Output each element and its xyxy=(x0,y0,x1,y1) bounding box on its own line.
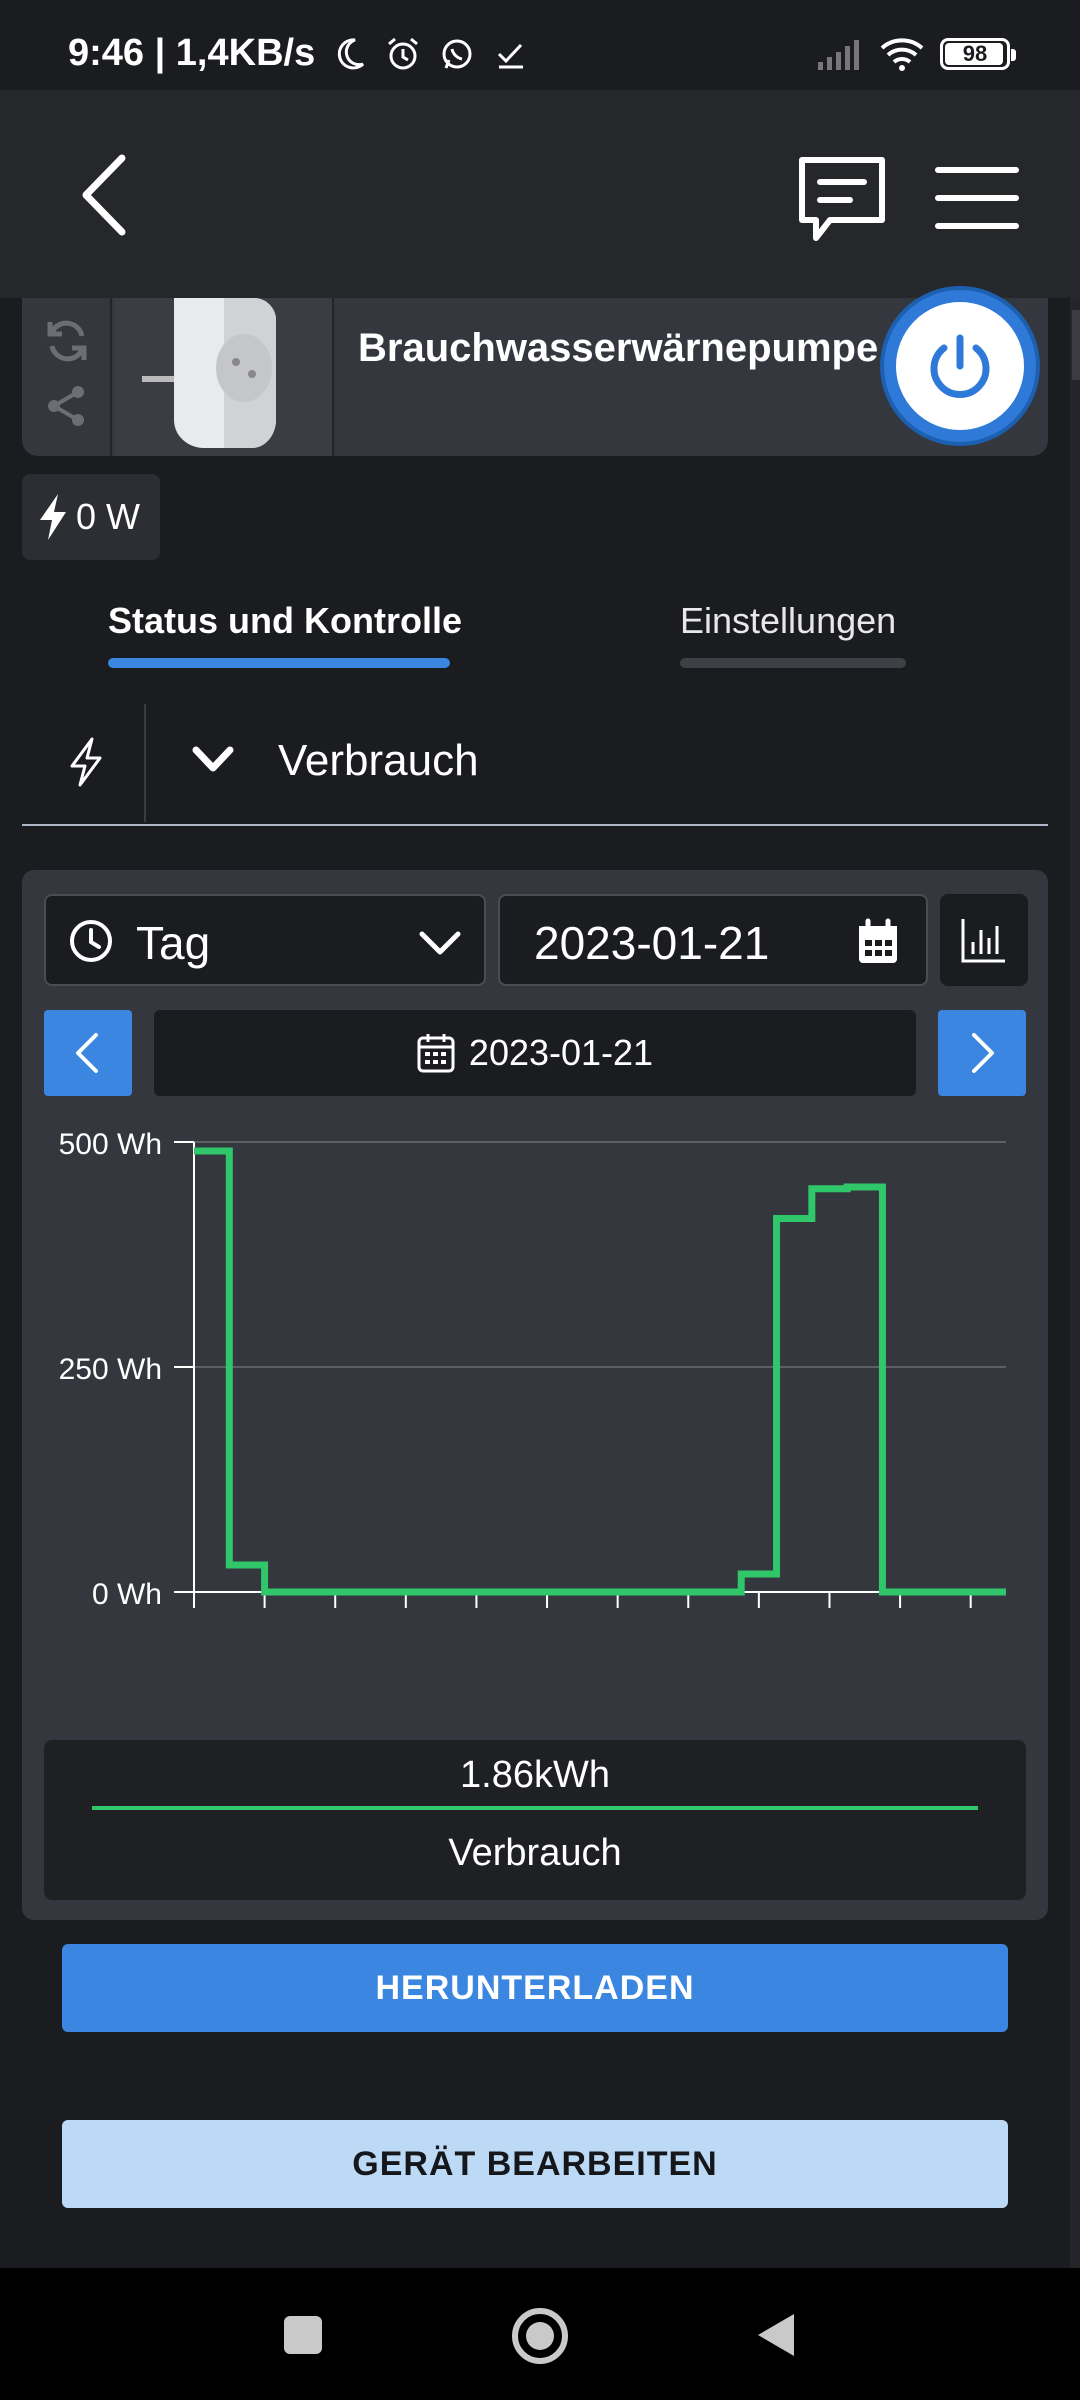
menu-button[interactable] xyxy=(932,158,1022,238)
signal-icon xyxy=(818,40,859,70)
power-reading: 0 W xyxy=(22,474,160,560)
device-image xyxy=(114,298,334,456)
chevron-down-icon xyxy=(419,931,461,955)
power-toggle-button[interactable] xyxy=(884,290,1036,442)
legend-series-name: Verbrauch xyxy=(448,1832,622,1874)
status-right: 98 xyxy=(816,36,1016,72)
scrollbar-track[interactable] xyxy=(1070,298,1080,2268)
y-tick-label: 0 Wh xyxy=(92,1578,162,1610)
hamburger-icon xyxy=(935,167,1019,229)
back-button[interactable] xyxy=(70,150,150,240)
status-time: 9:46 | 1,4KB/s xyxy=(68,32,316,74)
tab-status-control[interactable]: Status und Kontrolle xyxy=(108,600,462,642)
chart-type-button[interactable] xyxy=(940,894,1028,986)
back-nav-button[interactable] xyxy=(754,2310,798,2360)
smart-plug-icon xyxy=(142,298,276,448)
messages-button[interactable] xyxy=(792,150,892,250)
power-icon xyxy=(930,334,990,398)
chevron-down-icon xyxy=(192,746,234,772)
status-bar: 9:46 | 1,4KB/s 98 xyxy=(0,0,1080,90)
device-actions xyxy=(22,298,112,456)
power-value: 0 W xyxy=(76,496,141,537)
wifi-icon xyxy=(880,38,924,71)
consumption-series-line xyxy=(194,1147,1006,1596)
consumption-chart: 500 Wh250 Wh0 Wh21. Jan02:0004:0006:0008… xyxy=(59,1128,1006,1610)
section-title: Verbrauch xyxy=(278,736,479,785)
refresh-icon[interactable] xyxy=(42,316,92,366)
current-date-value: 2023-01-21 xyxy=(468,1032,654,1073)
period-select[interactable]: Tag xyxy=(44,894,486,986)
y-tick-label: 250 Wh xyxy=(59,1353,162,1386)
tab-indicator-inactive xyxy=(680,658,906,668)
scrollbar-thumb[interactable] xyxy=(1072,310,1080,380)
moon-icon xyxy=(338,37,365,69)
share-icon[interactable] xyxy=(42,382,90,430)
y-tick-label: 500 Wh xyxy=(59,1128,162,1161)
system-navigation-bar xyxy=(0,2268,1080,2400)
calendar-icon xyxy=(859,918,897,963)
tab-indicator-active xyxy=(108,658,450,668)
clock-icon xyxy=(70,920,112,962)
chevron-left-icon xyxy=(76,1033,98,1073)
check-icon xyxy=(498,43,524,68)
consumption-section-header[interactable]: Verbrauch xyxy=(22,700,1048,826)
current-date-display[interactable]: 2023-01-21 xyxy=(154,1010,916,1096)
alarm-icon xyxy=(388,37,419,69)
edit-device-button[interactable]: GERÄT BEARBEITEN xyxy=(62,2120,1008,2208)
status-left: 9:46 | 1,4KB/s xyxy=(68,32,531,75)
next-date-button[interactable] xyxy=(938,1010,1026,1096)
app-screen: 9:46 | 1,4KB/s 98 Brauchwasserwärnepumpe… xyxy=(0,0,1080,2400)
period-value: Tag xyxy=(136,917,211,969)
tab-settings[interactable]: Einstellungen xyxy=(680,600,896,642)
chart-panel: Tag 2023-01-21 2023-01-21 500 Wh 250 Wh 0 … xyxy=(22,870,1048,1920)
device-name: Brauchwasserwärnepumpe xyxy=(358,326,879,370)
lightning-icon xyxy=(40,494,66,540)
chat-icon xyxy=(799,157,885,241)
battery-indicator: 98 xyxy=(940,38,1016,70)
battery-level: 98 xyxy=(962,41,988,66)
legend-series-line xyxy=(92,1806,978,1810)
chart-legend: 1.86kWh Verbrauch xyxy=(44,1740,1026,1900)
date-input-value: 2023-01-21 xyxy=(534,917,770,969)
section-divider xyxy=(144,704,146,822)
bar-chart-icon xyxy=(961,919,1005,963)
app-bar xyxy=(0,90,1080,298)
home-button[interactable] xyxy=(510,2306,570,2366)
recent-apps-button[interactable] xyxy=(282,2314,324,2356)
date-input[interactable]: 2023-01-21 xyxy=(498,894,928,986)
previous-date-button[interactable] xyxy=(44,1010,132,1096)
legend-total-value: 1.86kWh xyxy=(460,1754,610,1796)
chevron-right-icon xyxy=(972,1033,994,1073)
chevron-left-icon xyxy=(82,154,126,236)
calendar-outline-icon xyxy=(417,1034,455,1073)
lightning-outline-icon xyxy=(70,737,102,787)
download-button[interactable]: HERUNTERLADEN xyxy=(62,1944,1008,2032)
whatsapp-icon xyxy=(442,39,472,69)
